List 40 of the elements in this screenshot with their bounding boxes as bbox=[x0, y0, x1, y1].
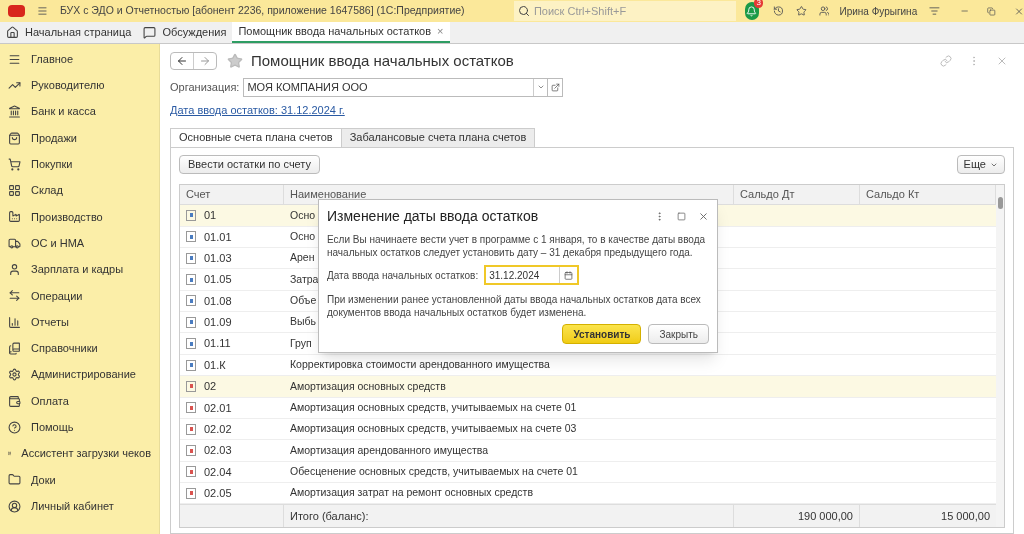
table-cell-text: Амортизация основных средств bbox=[290, 378, 446, 394]
table-cell-text: Груп bbox=[290, 335, 312, 351]
table-cell: Амортизация основных средств, учитываемых на счете 03 bbox=[290, 421, 577, 437]
table-cell-text: Амортизация затрат на ремонт основных средств bbox=[290, 485, 533, 501]
table-cell-text: Осно bbox=[290, 207, 316, 223]
table-cell-text: 02.03 bbox=[204, 443, 232, 459]
field-label: Дата ввода начальных остатков: bbox=[327, 268, 479, 283]
tab-label: Начальная страница bbox=[25, 25, 132, 41]
table-cell-text: Затра bbox=[290, 271, 319, 287]
table-cell-text: Осно bbox=[290, 228, 316, 244]
tab-label: Обсуждения bbox=[162, 25, 227, 41]
table-cell-text: Амортизация арендованного имущества bbox=[290, 442, 489, 458]
table-cell-text: 02.01 bbox=[204, 400, 232, 416]
table-cell-text: 01.08 bbox=[204, 293, 232, 309]
table-cell-text: 01.01 bbox=[204, 229, 232, 245]
table-cell-text: Выбь bbox=[290, 314, 317, 330]
total-cell-text: 15 000,00 bbox=[941, 509, 990, 524]
tab-label: Помощник ввода начальных остатков bbox=[238, 24, 432, 40]
field-label: Организация: bbox=[170, 79, 240, 95]
table-cell-text: Обесценение основных средств, учитываемых на счете 01 bbox=[290, 464, 578, 479]
dialog-title: Изменение даты ввода остатков bbox=[327, 207, 539, 226]
notification-badge: 3 bbox=[754, 0, 763, 8]
table-cell-text: 02.02 bbox=[204, 421, 232, 437]
total-cell-text: 190 000,00 bbox=[797, 509, 853, 524]
table-cell-text: Объе bbox=[290, 293, 317, 308]
table-cell-text: 01.05 bbox=[204, 272, 232, 288]
table-cell-text: 02 bbox=[204, 379, 217, 395]
window-title: БУХ с ЭДО и Отчетностью [абонент 2236, приложение 1647586] (1С:Предприятие) bbox=[59, 3, 466, 19]
table-cell-text: 01.11 bbox=[204, 336, 231, 352]
table-cell-text: Амортизация основных средств, учитываемых на счете 01 bbox=[290, 399, 577, 415]
table-cell: Арен bbox=[290, 250, 315, 266]
table-cell-text: 01.03 bbox=[204, 250, 232, 266]
table-cell-text: 01 bbox=[204, 208, 217, 224]
table-cell-text: 02.05 bbox=[204, 486, 232, 501]
table-cell-text: 02.04 bbox=[204, 464, 232, 480]
total-label: Итого (баланс): bbox=[290, 509, 369, 524]
table-cell-text: 01.К bbox=[204, 357, 226, 373]
table-cell: Корректировка стоимости арендованного имущества bbox=[290, 357, 550, 373]
form-title: Помощник ввода начальных остатков bbox=[251, 50, 514, 71]
table-cell-text: 01.09 bbox=[204, 315, 232, 330]
